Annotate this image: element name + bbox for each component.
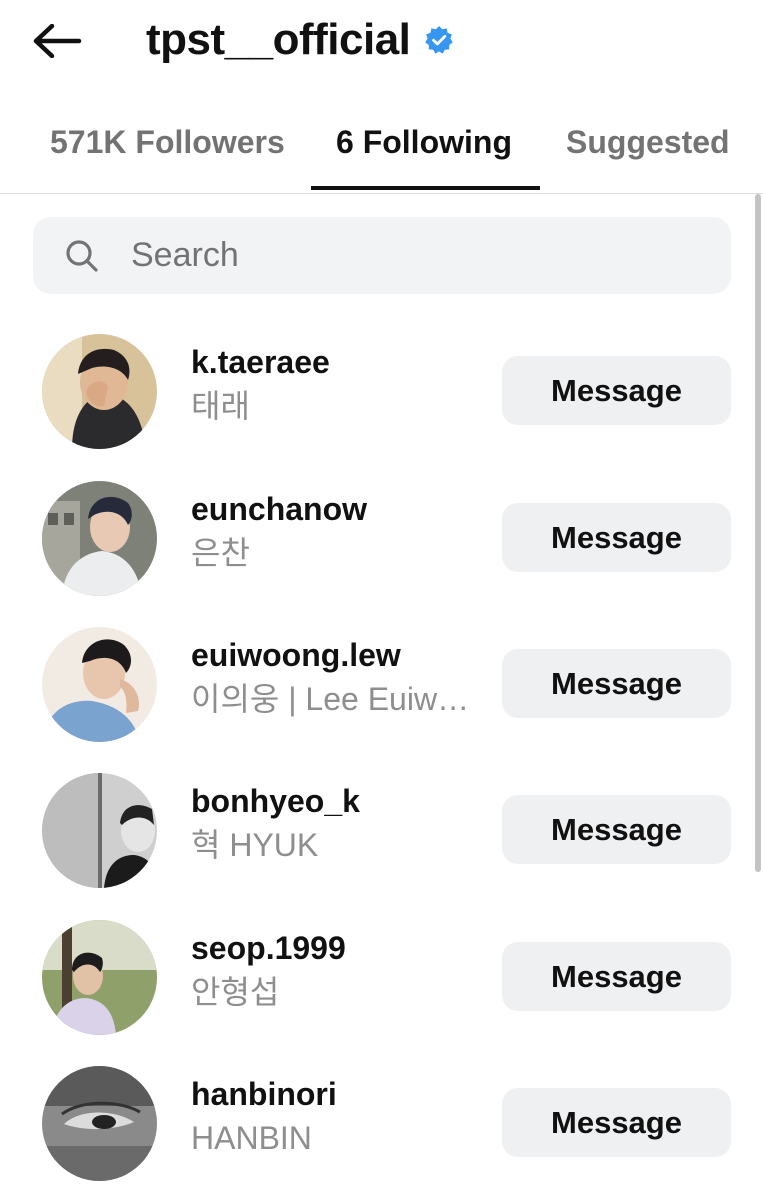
avatar[interactable] — [42, 920, 157, 1035]
search-icon — [66, 240, 98, 272]
avatar[interactable] — [42, 627, 157, 742]
username[interactable]: eunchanow — [191, 489, 481, 529]
message-button[interactable]: Message — [502, 1088, 731, 1157]
list-item: seop.1999 안형섭 Message — [0, 920, 763, 1050]
full-name: 혁 HYUK — [191, 827, 319, 863]
list-item: euiwoong.lew 이의웅 | Lee Euiwoong Message — [0, 627, 763, 757]
username[interactable]: k.taeraee — [191, 342, 481, 382]
username[interactable]: hanbinori — [191, 1074, 481, 1114]
top-bar: tpst__official — [0, 0, 763, 86]
avatar[interactable] — [42, 481, 157, 596]
back-button[interactable] — [30, 18, 84, 64]
message-button[interactable]: Message — [502, 503, 731, 572]
full-name: 이의웅 | Lee Euiwoong — [191, 681, 481, 717]
verified-badge-icon — [425, 26, 454, 54]
tab-following[interactable]: 6 Following — [336, 124, 512, 161]
list-item: bonhyeo_k 혁 HYUK Message — [0, 773, 763, 903]
active-tab-indicator — [311, 186, 540, 190]
tab-followers[interactable]: 571K Followers — [50, 124, 285, 161]
username[interactable]: bonhyeo_k — [191, 781, 481, 821]
avatar[interactable] — [42, 334, 157, 449]
message-button[interactable]: Message — [502, 649, 731, 718]
tab-suggested[interactable]: Suggested — [566, 124, 730, 161]
search-bar[interactable] — [33, 217, 731, 294]
profile-title: tpst__official — [146, 12, 454, 68]
message-button[interactable]: Message — [502, 942, 731, 1011]
list-item: k.taeraee 태래 Message — [0, 334, 763, 464]
profile-username[interactable]: tpst__official — [146, 12, 411, 68]
arrow-left-icon — [33, 24, 82, 58]
full-name: 안형섭 — [191, 974, 280, 1010]
username[interactable]: euiwoong.lew — [191, 635, 481, 675]
full-name: 은찬 — [191, 535, 250, 571]
full-name: HANBIN — [191, 1120, 312, 1156]
search-input[interactable] — [131, 233, 691, 277]
username[interactable]: seop.1999 — [191, 928, 481, 968]
full-name: 태래 — [191, 388, 250, 424]
list-item: eunchanow 은찬 Message — [0, 481, 763, 611]
message-button[interactable]: Message — [502, 795, 731, 864]
avatar[interactable] — [42, 773, 157, 888]
list-item: hanbinori HANBIN Message — [0, 1066, 763, 1196]
follow-tabs: 571K Followers 6 Following Suggested — [0, 108, 763, 194]
avatar[interactable] — [42, 1066, 157, 1181]
message-button[interactable]: Message — [502, 356, 731, 425]
